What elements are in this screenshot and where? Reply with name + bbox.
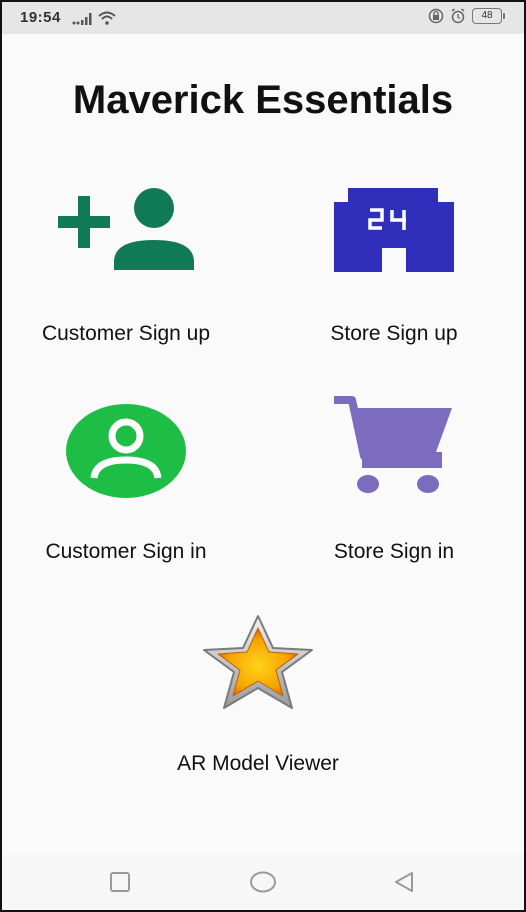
shopping-cart-icon	[334, 396, 452, 493]
ar-model-viewer-button[interactable]: AR Model Viewer	[148, 614, 368, 776]
recent-apps-button[interactable]	[108, 870, 132, 894]
store-signin-button[interactable]: Store Sign in	[284, 396, 504, 564]
phone-screen: 19:54 48 Maverick Essentials Customer Si…	[0, 0, 526, 912]
customer-signup-label: Customer Sign up	[41, 322, 211, 345]
status-time: 19:54	[20, 9, 61, 26]
navigation-bar	[2, 854, 524, 910]
battery-icon: 48	[472, 8, 505, 24]
star-icon	[203, 615, 313, 709]
ar-model-viewer-label: AR Model Viewer	[177, 752, 339, 775]
status-indicators	[72, 11, 116, 25]
person-add-icon	[58, 188, 194, 270]
back-button[interactable]	[392, 870, 416, 894]
customer-signup-button[interactable]: Customer Sign up	[16, 188, 236, 346]
wifi-icon	[98, 11, 116, 25]
store-signin-label: Store Sign in	[333, 540, 455, 563]
lock-rotation-icon	[428, 8, 444, 24]
store-signup-button[interactable]: Store Sign up	[284, 188, 504, 346]
store-24-icon	[334, 188, 454, 272]
signal-icon	[72, 13, 92, 25]
page-title: Maverick Essentials	[72, 78, 454, 122]
alarm-icon	[451, 8, 465, 24]
customer-signin-button[interactable]: Customer Sign in	[16, 404, 236, 564]
home-button[interactable]	[249, 870, 277, 894]
account-circle-icon	[66, 404, 186, 498]
customer-signin-label: Customer Sign in	[45, 540, 207, 563]
status-bar: 19:54 48	[2, 2, 524, 34]
status-right: 48	[428, 8, 505, 24]
store-signup-label: Store Sign up	[330, 322, 458, 345]
